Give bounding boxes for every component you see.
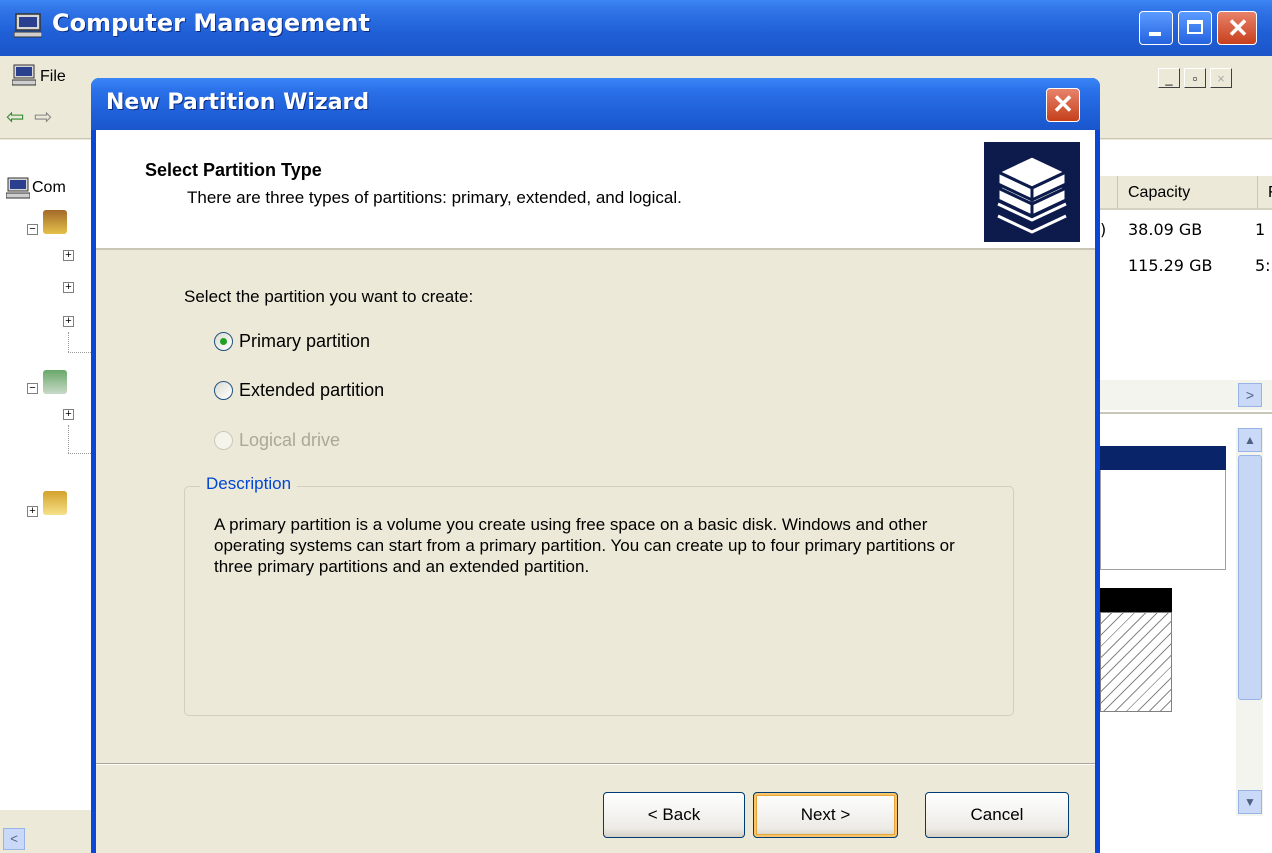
description-legend: Description bbox=[200, 474, 298, 494]
primary-partition-radio[interactable]: Primary partition bbox=[214, 331, 370, 352]
menu-file[interactable]: File bbox=[40, 68, 66, 86]
tree-collapse-toggle[interactable]: − bbox=[27, 224, 38, 235]
page-title: Select Partition Type bbox=[145, 160, 322, 180]
row-prefix: ) bbox=[1100, 220, 1107, 239]
radio-label[interactable]: Primary partition bbox=[239, 331, 370, 352]
footer-divider bbox=[96, 763, 1095, 765]
close-button[interactable]: ✕ bbox=[1217, 11, 1257, 45]
tree-root-label[interactable]: Com bbox=[32, 179, 66, 197]
row-free: 5: bbox=[1255, 256, 1271, 275]
storage-icon bbox=[43, 370, 67, 394]
tree-collapse-toggle[interactable]: − bbox=[27, 383, 38, 394]
logical-drive-radio: Logical drive bbox=[214, 430, 340, 451]
minimize-button[interactable] bbox=[1139, 11, 1173, 45]
wizard-title: New Partition Wizard bbox=[106, 90, 370, 115]
mdi-close-button[interactable]: × bbox=[1210, 68, 1232, 88]
radio-unselected-icon[interactable] bbox=[214, 381, 233, 400]
tree-expand-toggle[interactable]: + bbox=[63, 282, 74, 293]
tree-line bbox=[68, 352, 93, 354]
tree-expand-toggle[interactable]: + bbox=[63, 316, 74, 327]
computer-small-icon bbox=[12, 64, 36, 86]
radio-selected-icon[interactable] bbox=[214, 332, 233, 351]
disk-stack-icon bbox=[984, 142, 1080, 242]
row-free: 1 bbox=[1255, 220, 1266, 239]
tree-line bbox=[68, 425, 70, 453]
close-icon: ✕ bbox=[1227, 13, 1249, 43]
selection-prompt: Select the partition you want to create: bbox=[184, 287, 474, 306]
computer-icon bbox=[14, 13, 42, 38]
services-icon bbox=[43, 491, 67, 515]
next-button[interactable]: Next > bbox=[753, 792, 898, 838]
maximize-icon bbox=[1187, 20, 1203, 34]
radio-disabled-icon bbox=[214, 431, 233, 450]
scroll-right-button[interactable]: > bbox=[1238, 383, 1262, 407]
cancel-button[interactable]: Cancel bbox=[925, 792, 1069, 838]
tree-expand-toggle[interactable]: + bbox=[63, 409, 74, 420]
mdi-minimize-button[interactable]: _ bbox=[1158, 68, 1180, 88]
splitter[interactable] bbox=[1100, 412, 1272, 414]
radio-label[interactable]: Extended partition bbox=[239, 380, 384, 401]
scroll-down-button[interactable]: ▼ bbox=[1238, 790, 1262, 814]
close-icon[interactable]: ✕ bbox=[1046, 88, 1080, 122]
row-capacity: 38.09 GB bbox=[1128, 220, 1203, 239]
scroll-up-button[interactable]: ▲ bbox=[1238, 428, 1262, 452]
maximize-button[interactable] bbox=[1178, 11, 1212, 45]
system-tools-icon bbox=[43, 210, 67, 234]
disk-header-bar[interactable] bbox=[1100, 446, 1226, 470]
back-arrow-icon[interactable]: ⇦ bbox=[6, 104, 24, 130]
radio-label: Logical drive bbox=[239, 430, 341, 450]
tree-pane bbox=[0, 170, 96, 810]
tree-header bbox=[0, 140, 95, 170]
unallocated-region[interactable] bbox=[1100, 612, 1172, 712]
minimize-icon bbox=[1149, 32, 1161, 36]
page-subtitle: There are three types of partitions: pri… bbox=[187, 188, 682, 207]
tree-line bbox=[68, 332, 70, 352]
scroll-thumb[interactable] bbox=[1238, 455, 1262, 700]
mdi-restore-button[interactable]: ▫ bbox=[1184, 68, 1206, 88]
tree-expand-toggle[interactable]: + bbox=[63, 250, 74, 261]
mdi-buttons: _ ▫ × bbox=[1158, 68, 1236, 88]
disk-box[interactable] bbox=[1100, 470, 1226, 570]
column-header-free[interactable]: Fr bbox=[1258, 176, 1272, 210]
row-capacity: 115.29 GB bbox=[1128, 256, 1213, 275]
unallocated-header bbox=[1100, 588, 1172, 612]
extended-partition-radio[interactable]: Extended partition bbox=[214, 380, 384, 401]
scroll-left-button[interactable]: < bbox=[3, 828, 25, 850]
forward-arrow-icon[interactable]: ⇨ bbox=[34, 104, 52, 130]
wizard-border-right bbox=[1095, 130, 1100, 853]
window-title: Computer Management bbox=[52, 9, 370, 37]
back-button[interactable]: < Back bbox=[603, 792, 745, 838]
description-text: A primary partition is a volume you crea… bbox=[214, 515, 955, 576]
computer-tree-icon bbox=[6, 177, 30, 199]
column-header-capacity[interactable]: Capacity bbox=[1118, 176, 1258, 210]
column-header-spacer bbox=[1100, 176, 1118, 210]
tree-line bbox=[68, 453, 93, 455]
tree-expand-toggle[interactable]: + bbox=[27, 506, 38, 517]
